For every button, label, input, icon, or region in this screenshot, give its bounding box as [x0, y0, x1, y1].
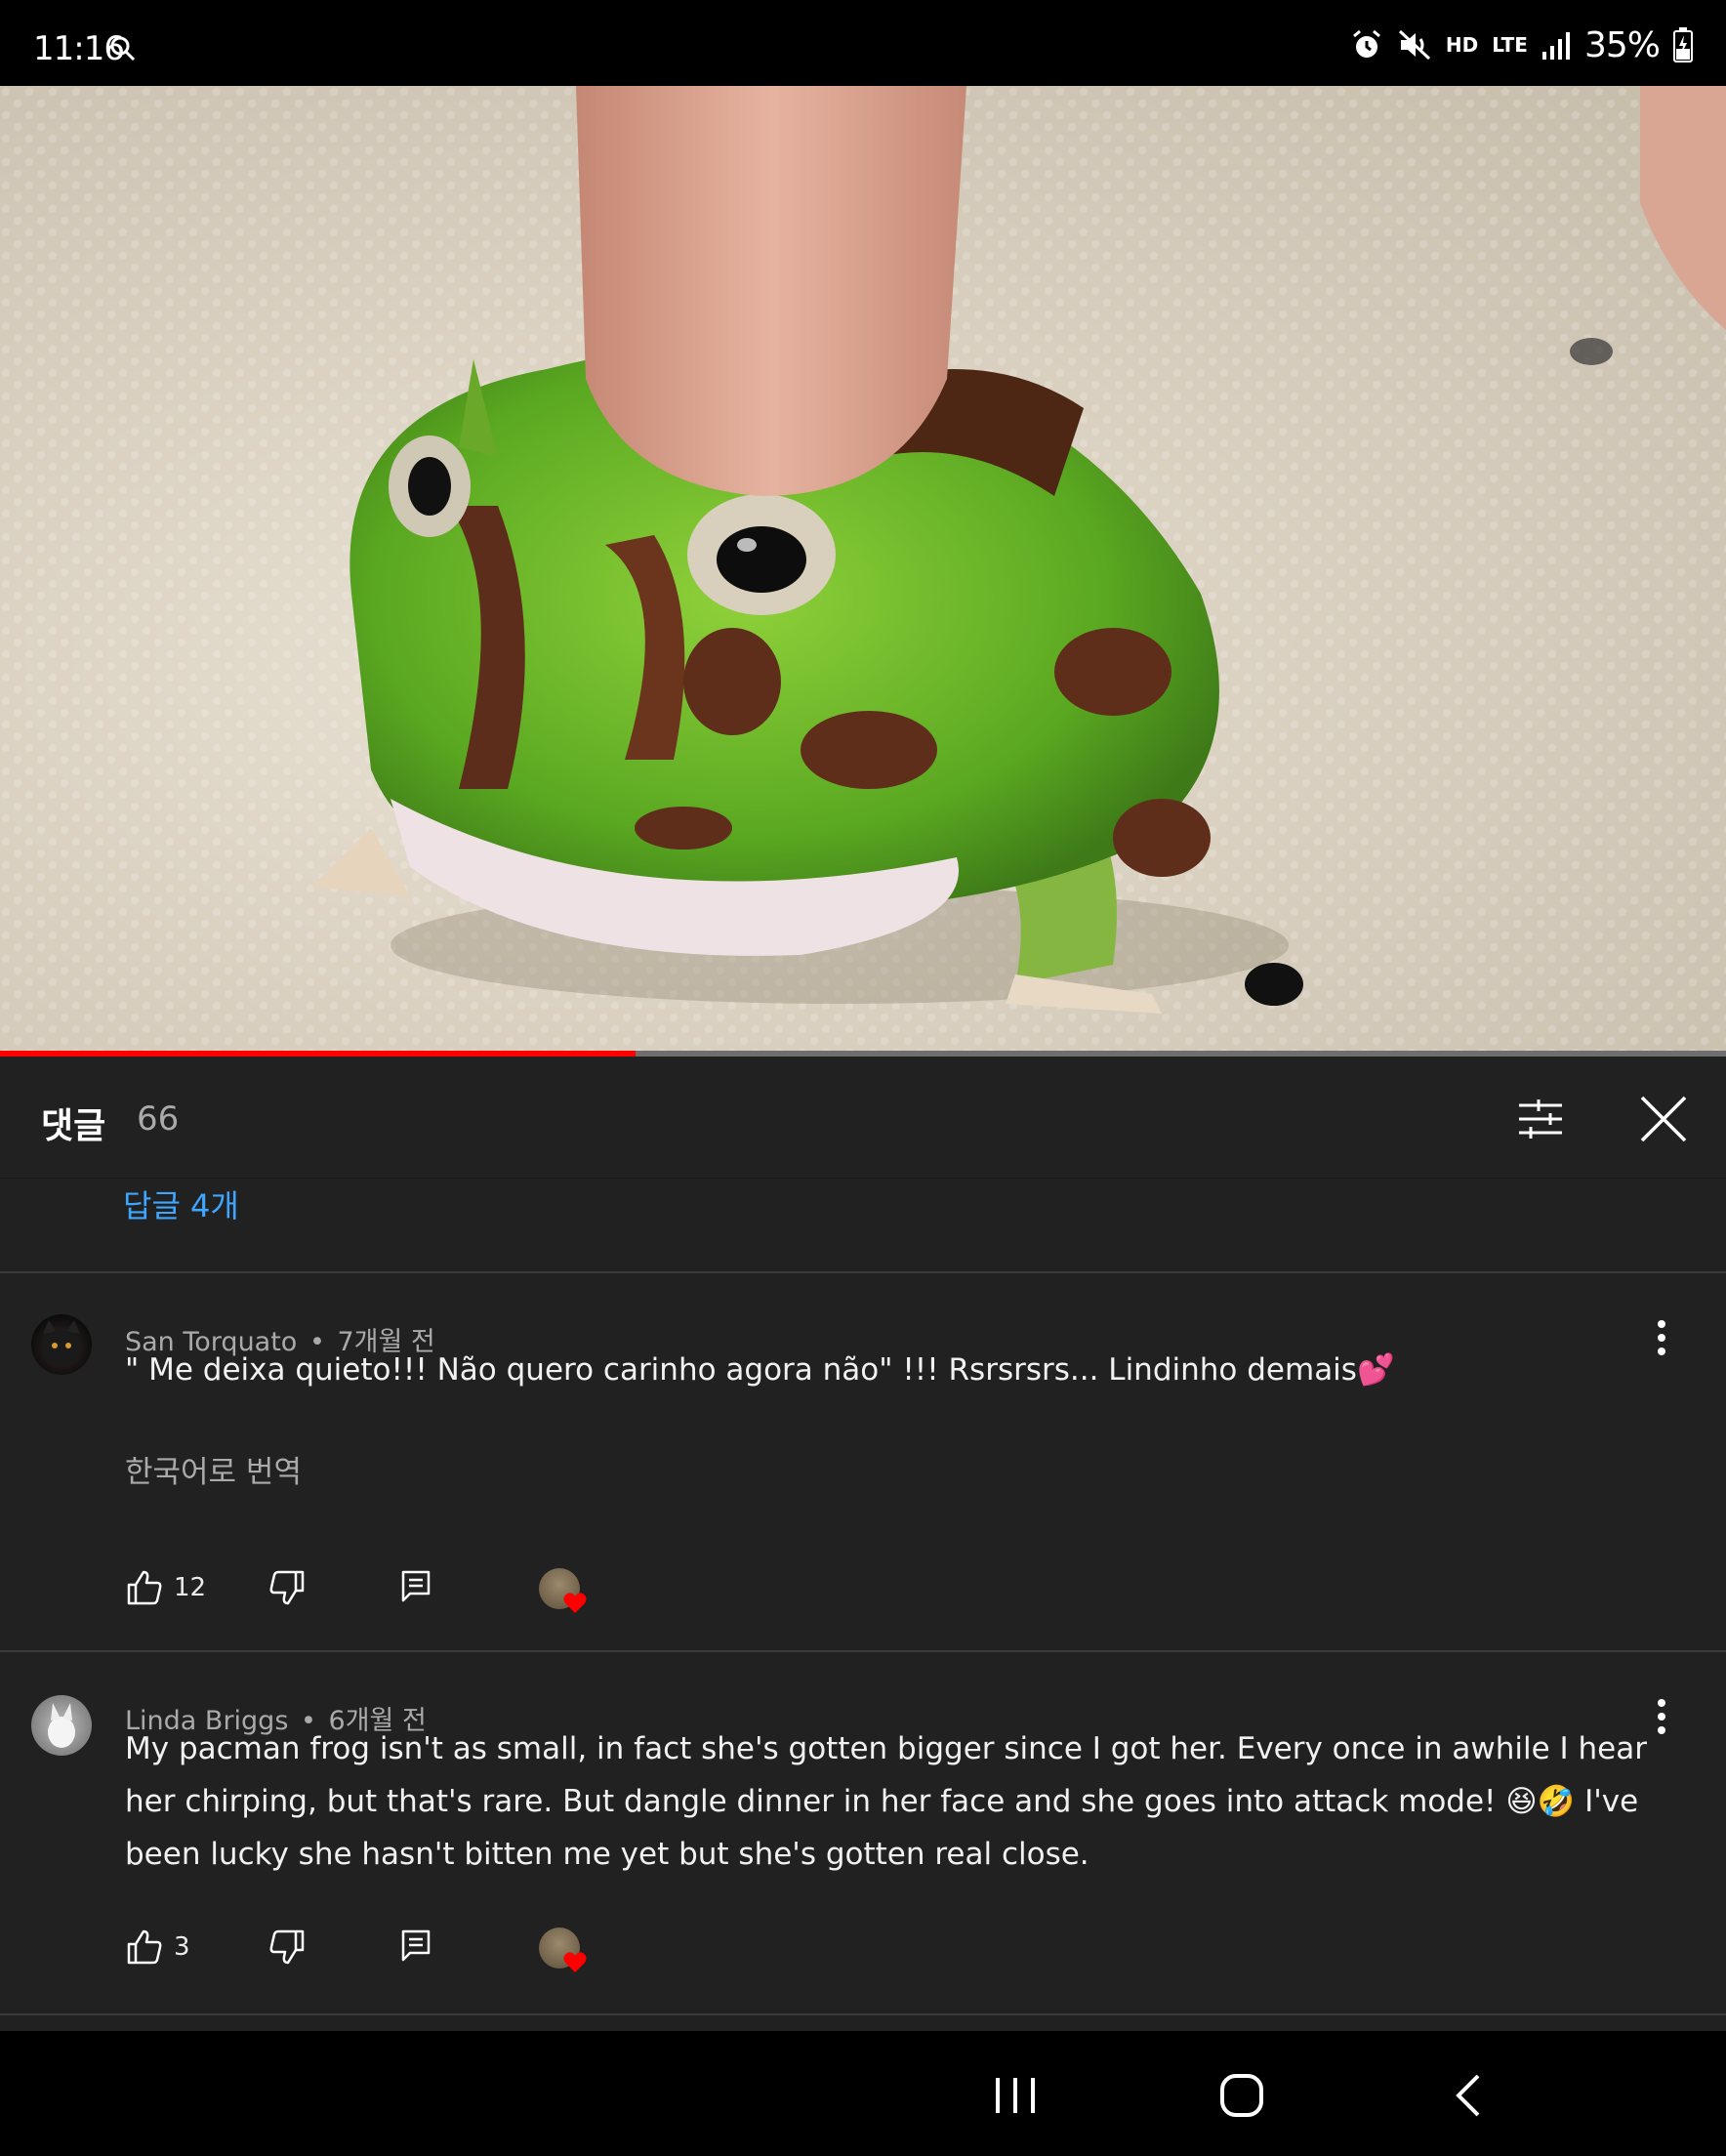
filter-sort-icon[interactable] — [1511, 1090, 1570, 1148]
creator-heart-badge — [539, 1568, 588, 1617]
divider — [0, 1271, 1726, 1273]
like-button[interactable]: 3 — [125, 1928, 190, 1967]
comment-text: " Me deixa quieto!!! Não quero carinho a… — [125, 1352, 1395, 1388]
reply-icon — [401, 1570, 431, 1602]
close-icon[interactable] — [1634, 1090, 1693, 1148]
hd-voice-icon: HD — [1445, 33, 1479, 57]
like-button[interactable]: 12 — [125, 1568, 206, 1607]
video-player[interactable] — [0, 86, 1726, 1055]
more-options-icon[interactable] — [1648, 1695, 1675, 1738]
heart-icon — [563, 1593, 587, 1613]
like-count: 12 — [174, 1573, 207, 1602]
comment-text: My pacman frog isn't as small, in fact s… — [125, 1731, 1647, 1872]
search-icon — [110, 36, 136, 62]
divider — [0, 2013, 1726, 2015]
comments-count: 66 — [137, 1099, 180, 1139]
battery-level: 35% — [1583, 24, 1661, 65]
like-count: 3 — [174, 1932, 190, 1962]
dislike-button[interactable] — [267, 1928, 307, 1967]
more-options-icon[interactable] — [1648, 1316, 1675, 1359]
status-bar: 11:16 HD LTE 35% — [0, 0, 1726, 86]
thumbs-up-icon — [127, 1929, 162, 1965]
mute-icon — [1398, 29, 1430, 61]
thumbs-down-icon — [269, 1570, 305, 1605]
video-frame-image — [0, 86, 1726, 1055]
avatar[interactable] — [31, 1695, 92, 1756]
view-replies-link[interactable]: 답글 4개 — [123, 1182, 239, 1226]
divider — [0, 1650, 1726, 1652]
back-icon[interactable] — [1441, 2070, 1500, 2121]
system-navigation-bar — [0, 2031, 1726, 2156]
comments-header: 댓글 66 — [0, 1057, 1726, 1179]
translate-link[interactable]: 한국어로 번역 — [125, 1447, 302, 1491]
dog-avatar-icon — [48, 1703, 75, 1748]
heart-icon — [563, 1952, 587, 1972]
reply-button[interactable] — [398, 1568, 433, 1603]
cat-avatar-icon — [42, 1320, 81, 1365]
avatar[interactable] — [31, 1314, 92, 1375]
reply-button[interactable] — [398, 1928, 433, 1963]
creator-heart-badge — [539, 1928, 588, 1976]
reply-icon — [401, 1929, 431, 1962]
signal-icon — [1541, 32, 1570, 60]
dislike-button[interactable] — [267, 1568, 307, 1607]
lte-icon: LTE — [1492, 33, 1528, 57]
thumbs-up-icon — [127, 1570, 162, 1605]
recent-apps-icon[interactable] — [986, 2070, 1045, 2121]
status-icons: HD LTE 35% — [1350, 24, 1693, 65]
battery-charging-icon — [1673, 27, 1693, 62]
comments-title: 댓글 — [41, 1106, 106, 1146]
alarm-icon — [1352, 29, 1380, 58]
home-icon[interactable] — [1212, 2070, 1271, 2121]
thumbs-down-icon — [269, 1929, 305, 1965]
